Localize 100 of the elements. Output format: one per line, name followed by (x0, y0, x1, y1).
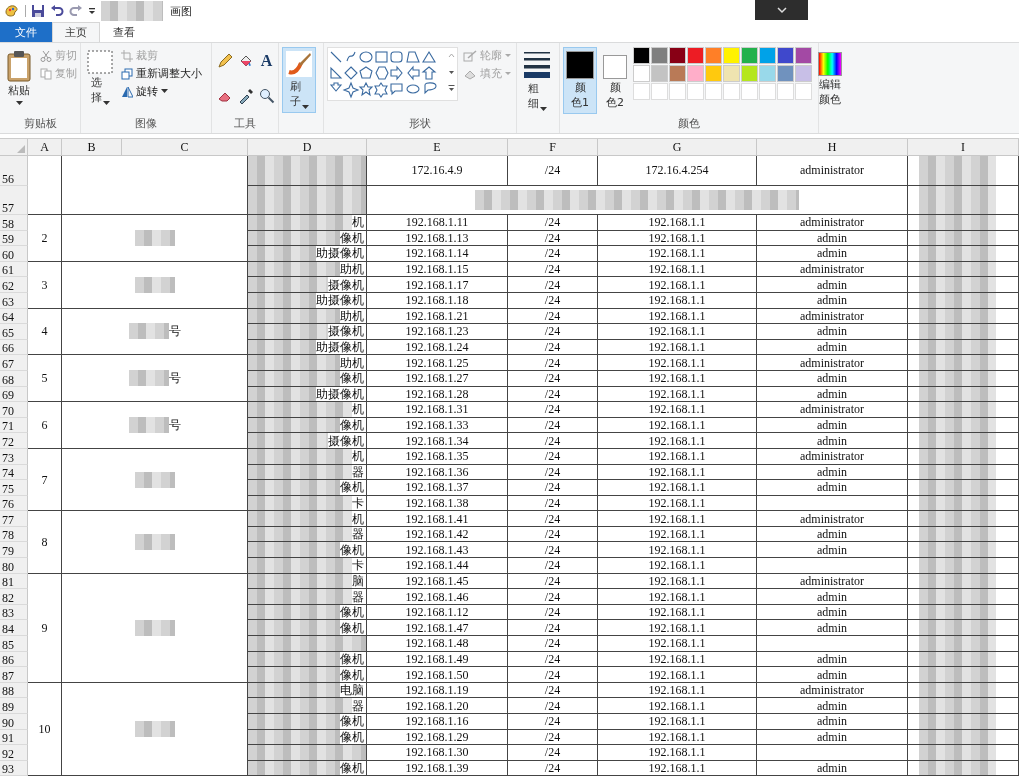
palette-color[interactable] (795, 47, 812, 64)
row-header[interactable]: 67 (0, 355, 28, 371)
row-header[interactable]: 82 (0, 589, 28, 605)
row-header[interactable]: 72 (0, 433, 28, 449)
row-header[interactable]: 75 (0, 480, 28, 496)
row-header[interactable]: 57 (0, 185, 28, 215)
table-cell: 192.168.1.27 (367, 370, 508, 387)
row-header[interactable]: 85 (0, 636, 28, 652)
table-cell: admin (757, 339, 908, 356)
row-header[interactable]: 84 (0, 620, 28, 637)
row-header[interactable]: 60 (0, 246, 28, 262)
palette-color[interactable] (687, 47, 704, 64)
palette-color[interactable] (795, 65, 812, 82)
paste-button[interactable]: 粘贴 (3, 47, 35, 109)
table-cell: /24 (508, 448, 598, 465)
column-header[interactable]: F (508, 139, 598, 156)
table-cell: 192.168.1.1 (598, 402, 757, 418)
row-header[interactable]: 80 (0, 558, 28, 574)
table-cell-text: 像机 (340, 481, 365, 494)
palette-color[interactable] (705, 65, 722, 82)
palette-color[interactable] (633, 65, 650, 82)
table-cell: 192.168.1.17 (367, 277, 508, 293)
palette-color[interactable] (669, 47, 686, 64)
row-header[interactable]: 87 (0, 667, 28, 683)
rotate-button[interactable]: 旋转 (119, 83, 204, 100)
table-cell: /24 (508, 682, 598, 699)
text-tool[interactable]: A (257, 51, 276, 71)
caret-icon (505, 53, 511, 58)
row-header[interactable]: 62 (0, 277, 28, 293)
palette-color[interactable] (777, 47, 794, 64)
column-header[interactable]: G (598, 139, 757, 156)
table-cell: /24 (508, 215, 598, 231)
size-button[interactable]: 粗细 (520, 47, 554, 115)
save-icon[interactable] (31, 4, 45, 18)
table-cell: 192.168.1.16 (367, 714, 508, 730)
table-cell: 6 (28, 402, 62, 449)
palette-color[interactable] (723, 47, 740, 64)
palette-color[interactable] (759, 47, 776, 64)
group-label: 形状 (408, 116, 432, 132)
row-header[interactable]: 58 (0, 215, 28, 231)
row-header[interactable]: 90 (0, 714, 28, 730)
row-header[interactable]: 79 (0, 542, 28, 559)
palette-color[interactable] (777, 65, 794, 82)
palette-color[interactable] (705, 47, 722, 64)
table-cell: 192.168.1.43 (367, 542, 508, 559)
table-cell: 192.168.1.1 (598, 292, 757, 309)
select-button[interactable]: 选择 (84, 47, 116, 109)
row-header[interactable]: 56 (0, 156, 28, 186)
table-cell: admin (757, 230, 908, 247)
palette-color[interactable] (723, 65, 740, 82)
palette-color[interactable] (651, 65, 668, 82)
undo-icon[interactable] (50, 4, 64, 18)
palette-color[interactable] (741, 47, 758, 64)
palette-color[interactable] (669, 65, 686, 82)
table-cell: 192.168.1.1 (598, 745, 757, 761)
table-cell: 192.168.1.1 (598, 433, 757, 449)
column-header[interactable]: B (62, 139, 122, 156)
edit-colors-button[interactable]: 编辑颜色 (815, 47, 845, 111)
column-header[interactable]: H (757, 139, 908, 156)
table-cell: administrator (757, 156, 908, 186)
table-cell: admin (757, 526, 908, 543)
redo-icon[interactable] (69, 4, 83, 18)
palette-color[interactable] (633, 47, 650, 64)
table-cell-text: 像机 (340, 715, 365, 728)
column-header[interactable]: E (367, 139, 508, 156)
column-header[interactable]: D (248, 139, 367, 156)
table-cell: 192.168.1.42 (367, 526, 508, 543)
brush-button[interactable]: 刷子 (282, 47, 316, 113)
column-header[interactable]: A (28, 139, 62, 156)
palette-color[interactable] (759, 65, 776, 82)
paint-app-icon[interactable] (4, 3, 20, 19)
palette-color[interactable] (651, 47, 668, 64)
table-cell: admin (757, 729, 908, 746)
select-all-corner[interactable] (0, 139, 28, 156)
table-cell: /24 (508, 651, 598, 668)
table-cell: admin (757, 604, 908, 621)
triangle-icon (17, 145, 25, 153)
column-header[interactable]: C (122, 139, 248, 156)
table-cell: 192.168.1.28 (367, 386, 508, 403)
color-slot-button[interactable]: 颜色2 (600, 47, 630, 114)
row-header[interactable]: 89 (0, 698, 28, 714)
ribbon-toggle-button[interactable] (755, 0, 808, 20)
row-header[interactable]: 65 (0, 324, 28, 340)
table-cell-text: 像机 (340, 668, 365, 681)
row-header[interactable]: 77 (0, 511, 28, 527)
row-header[interactable]: 70 (0, 402, 28, 418)
customize-caret-icon[interactable] (88, 7, 96, 15)
ribbon-tab[interactable]: 文件 (0, 22, 52, 42)
color-slot-button[interactable]: 颜色1 (563, 47, 597, 114)
palette-color[interactable] (741, 65, 758, 82)
pencil-tool[interactable] (215, 51, 234, 71)
table-cell: 192.168.1.1 (598, 620, 757, 637)
column-header[interactable]: I (908, 139, 1019, 156)
palette-color[interactable] (687, 65, 704, 82)
blurred-area (128, 323, 169, 340)
table-cell-text: 机 (352, 216, 365, 229)
resize-button[interactable]: 重新调整大小 (119, 65, 204, 82)
shapes-gallery-drawing[interactable] (327, 47, 458, 101)
ribbon-tab[interactable]: 主页 (52, 22, 100, 42)
row-header[interactable]: 92 (0, 745, 28, 761)
